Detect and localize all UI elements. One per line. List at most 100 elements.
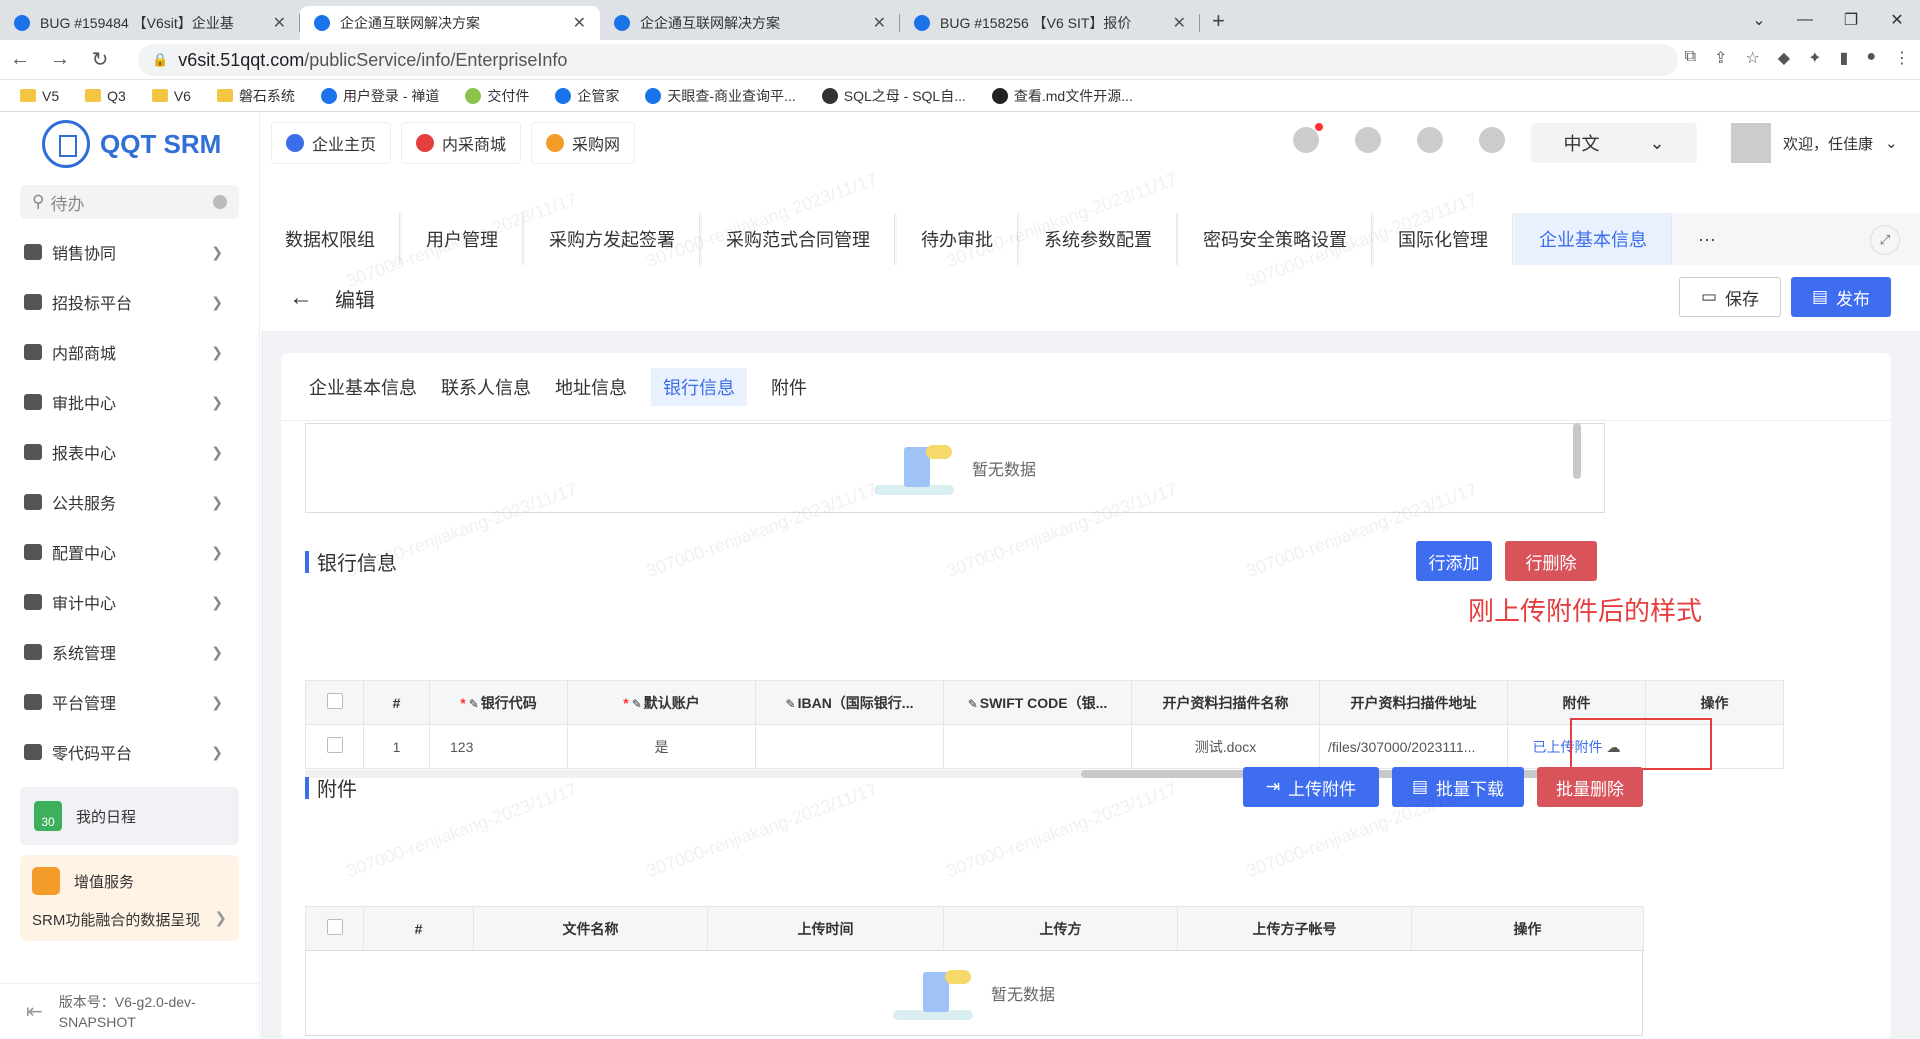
bookmark-item[interactable]: SQL之母 - SQL自... xyxy=(821,86,966,106)
bookmark-item[interactable]: V6 xyxy=(151,88,191,104)
sidebar-item[interactable]: 销售协同 ❯ xyxy=(0,227,259,277)
extension-icon[interactable]: ◆ xyxy=(1778,48,1790,68)
subtab-contacts[interactable]: 联系人信息 xyxy=(441,374,531,400)
bookmark-item[interactable]: V5 xyxy=(20,88,59,104)
sidebar-item[interactable]: 内部商城 ❯ xyxy=(0,327,259,377)
browser-tab-4[interactable]: BUG #158256 【V6 SIT】报价 ✕ xyxy=(900,6,1200,40)
theme-icon[interactable] xyxy=(1479,127,1505,153)
maximize-icon[interactable]: ❐ xyxy=(1828,0,1874,40)
my-schedule-card[interactable]: 30 我的日程 xyxy=(20,787,239,845)
bookmark-item[interactable]: 企管家 xyxy=(555,86,619,106)
back-icon[interactable]: ← xyxy=(0,48,40,71)
tab-system-params[interactable]: 系统参数配置 xyxy=(1020,213,1177,265)
bookmark-item[interactable]: 交付件 xyxy=(465,86,529,106)
sidebar-item[interactable]: 配置中心 ❯ xyxy=(0,527,259,577)
subtab-attachments[interactable]: 附件 xyxy=(771,374,807,400)
url-input[interactable]: 🔒 v6sit.51qqt.com/publicService/info/Ent… xyxy=(138,44,1678,76)
heart-icon xyxy=(24,494,42,510)
bookmark-item[interactable]: 磐石系统 xyxy=(216,86,295,106)
close-window-icon[interactable]: ✕ xyxy=(1874,0,1920,40)
bookmark-item[interactable]: 查看.md文件开源... xyxy=(991,86,1133,106)
bookmark-item[interactable]: 天眼查-商业查询平... xyxy=(645,86,796,106)
close-icon[interactable]: ✕ xyxy=(1173,13,1186,33)
value-added-service-card[interactable]: 增值服务 SRM功能融合的数据呈现 ❯ xyxy=(20,855,239,941)
close-icon[interactable]: ✕ xyxy=(873,13,886,33)
tab-purchase-sign[interactable]: 采购方发起签署 xyxy=(525,213,700,265)
chat-icon[interactable] xyxy=(1355,127,1381,153)
sidebar-item[interactable]: 招投标平台 ❯ xyxy=(0,277,259,327)
upload-attachment-button[interactable]: ⇥ 上传附件 xyxy=(1243,767,1379,807)
swift-cell[interactable] xyxy=(943,724,1132,769)
profile-icon[interactable]: ● xyxy=(1866,48,1876,68)
row-checkbox[interactable] xyxy=(305,724,364,769)
clear-icon[interactable] xyxy=(213,195,227,209)
chevron-right-icon: ❯ xyxy=(211,593,223,610)
purchase-net-button[interactable]: 采购网 xyxy=(531,122,636,164)
app-logo[interactable]: QQT SRM xyxy=(0,113,259,175)
subtab-bank[interactable]: 银行信息 xyxy=(651,367,747,406)
bookmark-item[interactable]: Q3 xyxy=(85,88,126,104)
tab-pending-approval[interactable]: 待办审批 xyxy=(897,213,1018,265)
translate-icon[interactable]: ⧉ xyxy=(1685,48,1696,68)
headset-icon[interactable] xyxy=(1417,127,1443,153)
annotation-text: 刚上传附件后的样式 xyxy=(1468,596,1703,626)
sidebar-search-input[interactable]: ⚲ 待办 xyxy=(20,185,239,219)
github-icon xyxy=(991,87,1008,104)
attachments-table-empty: 暂无数据 xyxy=(305,950,1643,1036)
tab-password-policy[interactable]: 密码安全策略设置 xyxy=(1179,213,1372,265)
sidebar-item[interactable]: 报表中心 ❯ xyxy=(0,427,259,477)
tab-search-icon[interactable]: ⌄ xyxy=(1736,0,1782,40)
iban-cell[interactable] xyxy=(755,724,944,769)
tab-enterprise-info[interactable]: 企业基本信息 xyxy=(1515,213,1672,265)
sidebar-item[interactable]: 审批中心 ❯ xyxy=(0,377,259,427)
more-tabs-icon[interactable]: ··· xyxy=(1674,213,1740,265)
sidepanel-icon[interactable]: ▮ xyxy=(1840,48,1849,68)
new-tab-icon[interactable]: + xyxy=(1212,8,1225,34)
star-icon[interactable]: ☆ xyxy=(1745,48,1759,68)
save-button[interactable]: ▭ 保存 xyxy=(1679,277,1781,317)
row-add-button[interactable]: 行添加 xyxy=(1416,541,1492,581)
share-icon[interactable]: ⇪ xyxy=(1714,48,1727,68)
menu-icon[interactable]: ⋮ xyxy=(1894,48,1910,68)
subtab-address[interactable]: 地址信息 xyxy=(555,374,627,400)
internal-mall-button[interactable]: 内采商城 xyxy=(401,122,522,164)
batch-download-button[interactable]: ▤ 批量下载 xyxy=(1392,767,1524,807)
batch-delete-button[interactable]: 批量删除 xyxy=(1537,767,1643,807)
sidebar-item[interactable]: 系统管理 ❯ xyxy=(0,627,259,677)
bank-code-cell[interactable]: 123 xyxy=(429,724,568,769)
forward-icon[interactable]: → xyxy=(40,48,80,71)
collapse-icon[interactable]: ⇤ xyxy=(26,999,43,1024)
tab-user-management[interactable]: 用户管理 xyxy=(402,213,523,265)
fullscreen-icon[interactable]: ⤢ xyxy=(1870,225,1900,255)
close-icon[interactable]: ✕ xyxy=(273,13,286,33)
bell-icon[interactable] xyxy=(1293,123,1323,153)
puzzle-icon[interactable]: ✦ xyxy=(1808,48,1821,68)
sidebar-item[interactable]: 零代码平台 ❯ xyxy=(0,727,259,777)
browser-tab-1[interactable]: BUG #159484 【V6sit】企业基 ✕ xyxy=(0,6,300,40)
close-icon[interactable]: ✕ xyxy=(573,13,586,33)
bookmark-item[interactable]: 用户登录 - 禅道 xyxy=(320,86,439,106)
row-delete-button[interactable]: 行删除 xyxy=(1505,541,1597,581)
default-account-cell[interactable]: 是 xyxy=(567,724,756,769)
language-select[interactable]: 中文 ⌄ xyxy=(1531,123,1697,163)
sidebar-item[interactable]: 审计中心 ❯ xyxy=(0,577,259,627)
select-all-checkbox[interactable] xyxy=(305,680,364,725)
tab-data-permission[interactable]: 数据权限组 xyxy=(261,213,400,265)
browser-tab-2[interactable]: 企企通互联网解决方案 ✕ xyxy=(300,6,600,40)
minimize-icon[interactable]: — xyxy=(1782,0,1828,40)
tab-i18n[interactable]: 国际化管理 xyxy=(1374,213,1513,265)
home-icon xyxy=(286,134,304,152)
back-arrow-icon[interactable]: ← xyxy=(289,284,313,312)
favicon-icon xyxy=(614,15,630,31)
enterprise-home-button[interactable]: 企业主页 xyxy=(271,122,392,164)
user-menu[interactable]: 欢迎，任佳康 ⌄ xyxy=(1731,123,1898,163)
reload-icon[interactable]: ↻ xyxy=(80,47,120,72)
browser-tab-3[interactable]: 企企通互联网解决方案 ✕ xyxy=(600,6,900,40)
scrollbar[interactable] xyxy=(1573,423,1581,479)
sidebar-item[interactable]: 平台管理 ❯ xyxy=(0,677,259,727)
subtab-basic-info[interactable]: 企业基本信息 xyxy=(309,374,417,400)
select-all-checkbox[interactable] xyxy=(305,906,364,951)
publish-button[interactable]: ▤ 发布 xyxy=(1791,277,1891,317)
sidebar-item[interactable]: 公共服务 ❯ xyxy=(0,477,259,527)
tab-contract-management[interactable]: 采购范式合同管理 xyxy=(702,213,895,265)
